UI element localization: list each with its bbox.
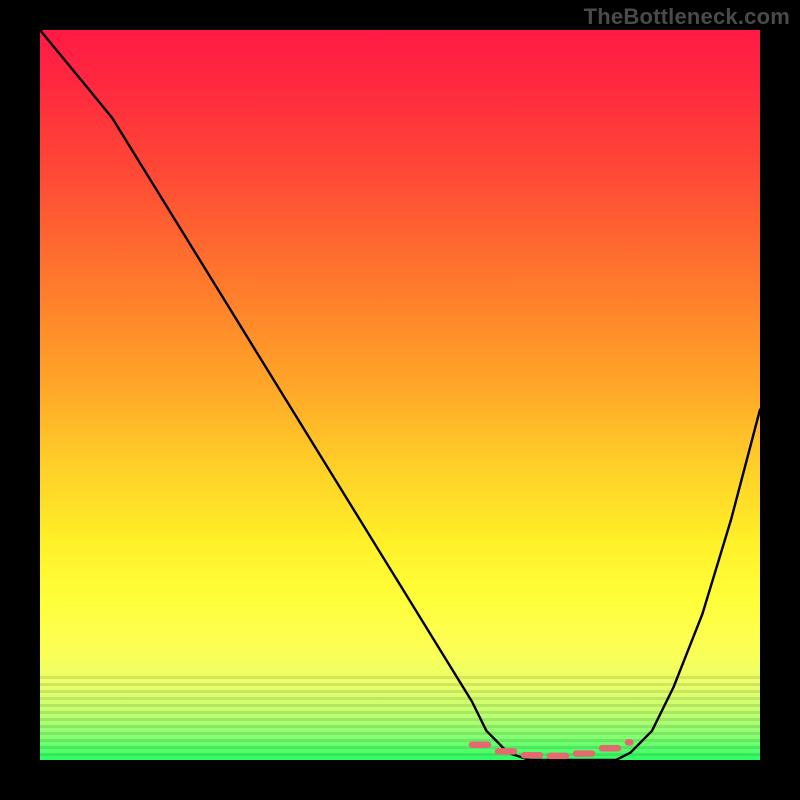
plot-area [40,30,760,760]
optimal-region-dashes [472,742,630,756]
curve-svg [40,30,760,760]
chart-frame: TheBottleneck.com [0,0,800,800]
watermark-text: TheBottleneck.com [584,4,790,30]
bottleneck-curve [40,30,760,760]
